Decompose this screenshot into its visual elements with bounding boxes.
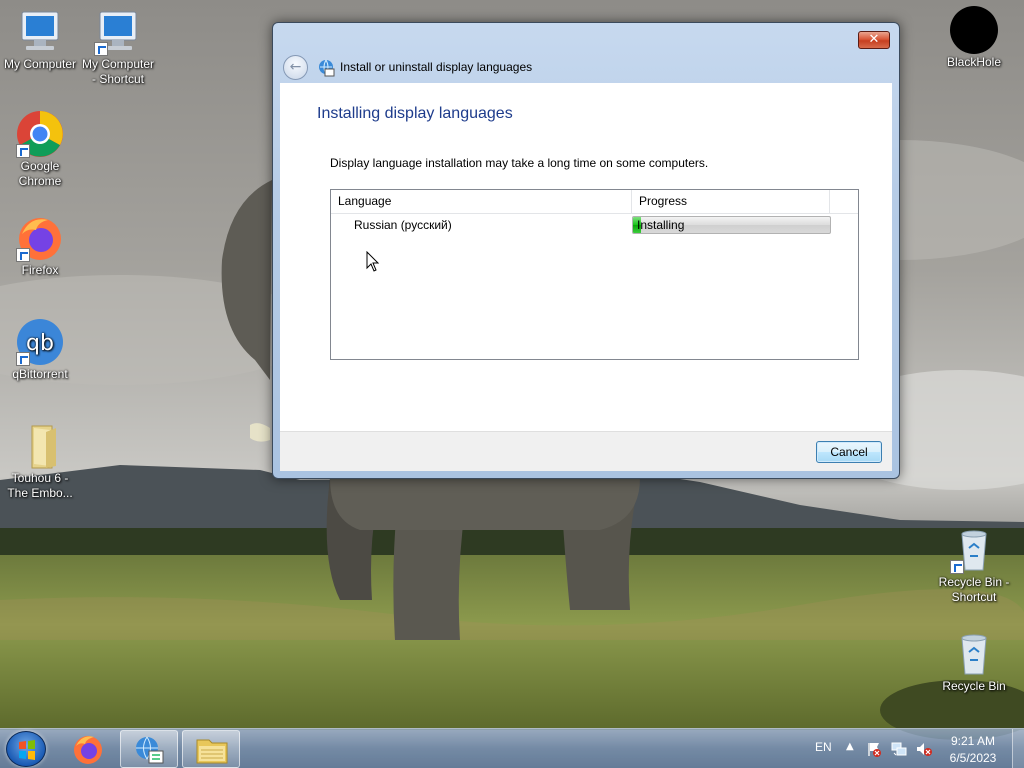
desktop-icon-label: My Computer — [3, 57, 77, 71]
desktop-icon-qbittorrent[interactable]: qb qBittorrent — [0, 318, 80, 382]
column-header-language[interactable]: Language — [331, 190, 632, 213]
desktop-icon-label: My Computer - Shortcut — [81, 57, 155, 86]
install-progress-bar: Installing — [632, 216, 831, 234]
firefox-icon — [74, 736, 102, 764]
window-footer: Cancel — [280, 431, 892, 471]
recycle-bin-shortcut-icon — [950, 526, 998, 574]
language-settings-icon — [136, 736, 164, 764]
language-list[interactable]: Language Progress Russian (русский) Inst… — [330, 189, 859, 360]
column-header-progress[interactable]: Progress — [632, 190, 830, 213]
windows-logo-icon — [19, 740, 35, 760]
back-button[interactable]: ← — [283, 55, 308, 80]
shortcut-arrow-icon — [950, 560, 964, 574]
desktop-icon-touhou-folder[interactable]: Touhou 6 - The Embo... — [0, 422, 80, 501]
taskbar: EN ▲ 9:21 AM 6/5/2023 — [0, 728, 1024, 768]
firefox-icon — [16, 214, 64, 262]
desktop-icon-google-chrome[interactable]: Google Chrome — [0, 110, 80, 189]
show-desktop-button[interactable] — [1012, 729, 1024, 768]
shortcut-arrow-icon — [94, 42, 108, 56]
svg-text:qb: qb — [26, 331, 54, 356]
action-center-flag-icon[interactable] — [866, 741, 882, 757]
desktop-icon-label: BlackHole — [946, 55, 1002, 69]
desktop-icon-label: Touhou 6 - The Embo... — [7, 471, 73, 500]
row-language-name: Russian (русский) — [354, 218, 452, 232]
close-button[interactable]: ✕ — [858, 31, 890, 49]
folder-icon — [16, 422, 64, 470]
shortcut-arrow-icon — [16, 248, 30, 262]
page-description: Display language installation may take a… — [330, 156, 709, 170]
desktop-icon-label: Google Chrome — [18, 159, 62, 188]
desktop-icon-firefox[interactable]: Firefox — [0, 214, 80, 278]
show-hidden-icons-chevron-icon[interactable]: ▲ — [846, 741, 854, 752]
shortcut-arrow-icon — [16, 144, 30, 158]
language-settings-icon — [317, 59, 335, 77]
cancel-button[interactable]: Cancel — [816, 441, 882, 463]
desktop-icon-my-computer-shortcut[interactable]: My Computer - Shortcut — [78, 8, 158, 87]
file-explorer-icon — [196, 739, 228, 764]
desktop-icon-recycle-bin[interactable]: Recycle Bin — [934, 630, 1014, 694]
taskbar-language-settings-button[interactable] — [120, 730, 178, 768]
window-title: Install or uninstall display languages — [340, 60, 533, 74]
list-header: Language Progress — [331, 190, 858, 214]
network-icon[interactable] — [891, 741, 907, 757]
clock-date: 6/5/2023 — [949, 751, 997, 765]
qbittorrent-icon: qb — [16, 318, 64, 366]
chrome-icon — [16, 110, 64, 158]
computer-icon — [16, 8, 64, 56]
taskbar-file-explorer-button[interactable] — [182, 730, 240, 768]
desktop-icon-blackhole[interactable]: BlackHole — [934, 6, 1014, 70]
desktop-icon-label: Firefox — [21, 263, 59, 277]
shortcut-arrow-icon — [16, 352, 30, 366]
recycle-bin-icon — [950, 630, 998, 678]
page-heading: Installing display languages — [317, 105, 513, 122]
computer-shortcut-icon — [94, 8, 142, 56]
desktop-icon-label: Recycle Bin - Shortcut — [938, 575, 1010, 604]
desktop-icon-label: qBittorrent — [12, 367, 68, 381]
mouse-cursor-icon — [366, 251, 380, 272]
desktop-icon-label: Recycle Bin — [942, 679, 1006, 693]
desktop-icon-my-computer[interactable]: My Computer — [0, 8, 80, 72]
back-arrow-icon: ← — [289, 59, 302, 75]
volume-muted-icon[interactable] — [916, 741, 932, 757]
blackhole-icon — [950, 6, 998, 54]
progress-status-text: Installing — [637, 218, 685, 232]
language-indicator[interactable]: EN — [815, 740, 832, 754]
start-button[interactable] — [6, 731, 46, 767]
desktop-icon-recycle-bin-shortcut[interactable]: Recycle Bin - Shortcut — [934, 526, 1014, 605]
taskbar-firefox-button[interactable] — [60, 730, 118, 768]
clock-time: 9:21 AM — [950, 734, 996, 748]
